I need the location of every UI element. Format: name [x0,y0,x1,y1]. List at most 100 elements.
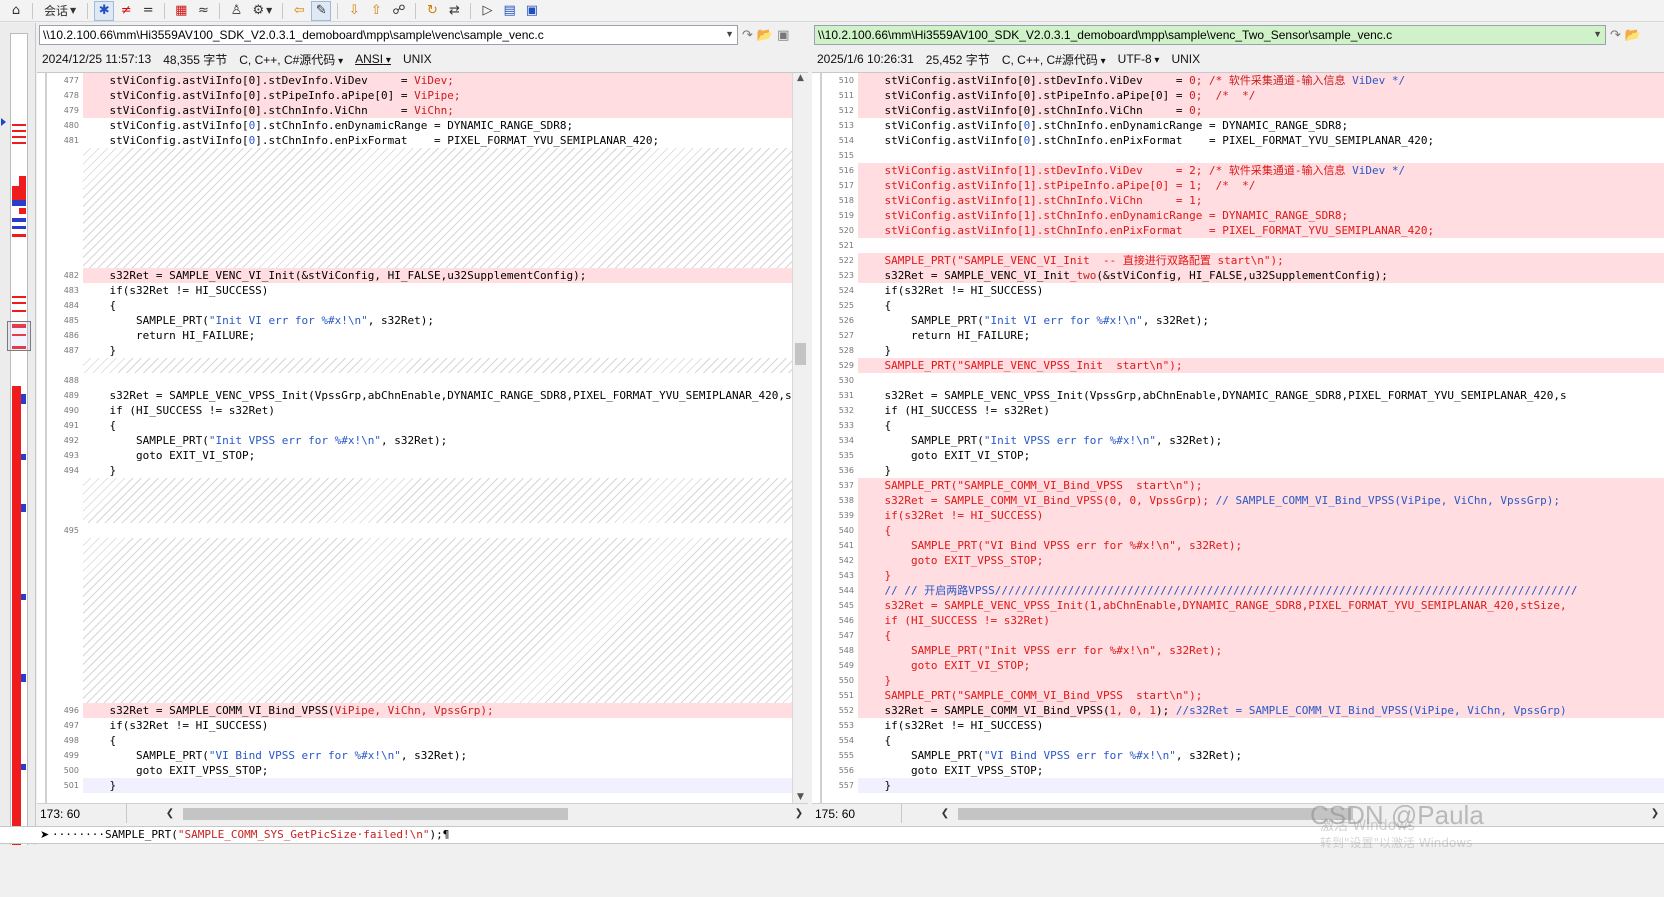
right-code-line[interactable]: 552 s32Ret = SAMPLE_COMM_VI_Bind_VPSS(1,… [812,703,1664,718]
edit-pencil-icon[interactable]: ✎ [311,0,332,21]
history-icon[interactable]: ↷ [1610,28,1621,43]
diff-overview-strip[interactable] [0,23,36,897]
right-code-line[interactable]: 533 { [812,418,1664,433]
right-code-line[interactable]: 549 goto EXIT_VI_STOP; [812,658,1664,673]
right-code-line[interactable]: 532 if (HI_SUCCESS != s32Ret) [812,403,1664,418]
scroll-up-icon[interactable]: ▲ [793,73,808,87]
right-code-line[interactable]: 526 SAMPLE_PRT("Init VI err for %#x!\n",… [812,313,1664,328]
left-file-path-input[interactable]: \\10.2.100.66\mm\Hi3559AV100_SDK_V2.0.3.… [39,25,738,45]
right-code-line[interactable]: 510 stViConfig.astViInfo[0].stDevInfo.Vi… [812,73,1664,88]
left-code-line[interactable]: 480 stViConfig.astViInfo[0].stChnInfo.en… [37,118,808,133]
right-code-line[interactable]: 524 if(s32Ret != HI_SUCCESS) [812,283,1664,298]
left-file-format-dropdown[interactable]: C, C++, C#源代码 [239,51,343,68]
left-code-line[interactable]: 491 { [37,418,808,433]
save-icon[interactable]: ▣ [522,1,542,21]
right-code-line[interactable]: 531 s32Ret = SAMPLE_VENC_VPSS_Init(VpssG… [812,388,1664,403]
left-code-line[interactable]: 478 stViConfig.astViInfo[0].stPipeInfo.a… [37,88,808,103]
left-horizontal-scrollbar[interactable]: ❮ ❯ [166,806,803,822]
scroll-right-icon[interactable]: ❯ [1648,806,1662,822]
left-code-line[interactable]: 477 stViConfig.astViInfo[0].stDevInfo.Vi… [37,73,808,88]
right-code-line[interactable]: 538 s32Ret = SAMPLE_COMM_VI_Bind_VPSS(0,… [812,493,1664,508]
overview-viewport-thumb[interactable] [7,321,31,351]
next-diff-icon[interactable]: ⇩ [344,1,364,21]
right-code-line[interactable]: 556 goto EXIT_VPSS_STOP; [812,763,1664,778]
right-code-line[interactable]: 522 SAMPLE_PRT("SAMPLE_VENC_VI_Init -- 直… [812,253,1664,268]
right-code-line[interactable]: 545 s32Ret = SAMPLE_VENC_VPSS_Init(1,abC… [812,598,1664,613]
left-code-line[interactable]: 488 [37,373,808,388]
scroll-left-icon[interactable]: ❮ [938,806,952,822]
show-differences-icon[interactable]: ≠ [116,1,136,21]
left-code-line[interactable]: 486 return HI_FAILURE; [37,328,808,343]
right-code-line[interactable]: 517 stViConfig.astViInfo[1].stPipeInfo.a… [812,178,1664,193]
open-folder-icon[interactable]: 📂 [1625,28,1641,43]
right-hscroll-thumb[interactable] [958,807,1353,820]
left-code-line[interactable]: 496 s32Ret = SAMPLE_COMM_VI_Bind_VPSS(Vi… [37,703,808,718]
right-code-line[interactable]: 540 { [812,523,1664,538]
left-file-encoding-dropdown[interactable]: ANSI [355,52,391,66]
right-code-line[interactable]: 547 { [812,628,1664,643]
right-code-line[interactable]: 555 SAMPLE_PRT("VI Bind VPSS err for %#x… [812,748,1664,763]
show-all-icon[interactable]: ✱ [94,0,115,21]
left-code-line[interactable]: 482 s32Ret = SAMPLE_VENC_VI_Init(&stViCo… [37,268,808,283]
diff-overview-track[interactable] [7,33,31,868]
right-code-line[interactable]: 543 } [812,568,1664,583]
open-folder-icon[interactable]: 📂 [757,28,773,43]
right-code-line[interactable]: 548 SAMPLE_PRT("Init VPSS err for %#x!\n… [812,643,1664,658]
approximate-icon[interactable]: ≈ [193,1,213,21]
left-code-line[interactable]: 490 if (HI_SUCCESS != s32Ret) [37,403,808,418]
left-code-line[interactable]: 492 SAMPLE_PRT("Init VPSS err for %#x!\n… [37,433,808,448]
left-code-line[interactable]: 483 if(s32Ret != HI_SUCCESS) [37,283,808,298]
save-file-icon[interactable]: ▣ [777,28,789,43]
left-code-line[interactable]: 485 SAMPLE_PRT("Init VI err for %#x!\n",… [37,313,808,328]
right-code-line[interactable]: 520 stViConfig.astViInfo[1].stChnInfo.en… [812,223,1664,238]
left-code-line[interactable]: 479 stViConfig.astViInfo[0].stChnInfo.Vi… [37,103,808,118]
right-file-format-dropdown[interactable]: C, C++, C#源代码 [1002,51,1106,68]
left-code-line[interactable]: 484 { [37,298,808,313]
left-vscroll-thumb[interactable] [795,343,806,365]
show-same-icon[interactable]: = [138,1,158,21]
back-arrow-icon[interactable]: ⇦ [289,1,309,21]
right-code-line[interactable]: 513 stViConfig.astViInfo[0].stChnInfo.en… [812,118,1664,133]
right-code-line[interactable]: 515 [812,148,1664,163]
right-code-line[interactable]: 553 if(s32Ret != HI_SUCCESS) [812,718,1664,733]
right-code-line[interactable]: 514 stViConfig.astViInfo[0].stChnInfo.en… [812,133,1664,148]
right-file-path-input[interactable]: \\10.2.100.66\mm\Hi3559AV100_SDK_V2.0.3.… [814,25,1606,45]
right-horizontal-scrollbar[interactable]: ❮ ❯ [941,806,1659,822]
right-code-line[interactable]: 527 return HI_FAILURE; [812,328,1664,343]
right-code-line[interactable]: 535 goto EXIT_VI_STOP; [812,448,1664,463]
right-code-line[interactable]: 528 } [812,343,1664,358]
right-code-line[interactable]: 541 SAMPLE_PRT("VI Bind VPSS err for %#x… [812,538,1664,553]
left-code-line[interactable]: 497 if(s32Ret != HI_SUCCESS) [37,718,808,733]
right-code-line[interactable]: 521 [812,238,1664,253]
left-code-line[interactable]: 494 } [37,463,808,478]
left-code-line[interactable]: 493 goto EXIT_VI_STOP; [37,448,808,463]
left-code-view[interactable]: 477 stViConfig.astViInfo[0].stDevInfo.Vi… [37,72,808,806]
right-file-encoding-dropdown[interactable]: UTF-8 [1118,52,1160,66]
left-code-line[interactable]: 500 goto EXIT_VPSS_STOP; [37,763,808,778]
session-menu-button[interactable]: 会话 ▼ [39,1,81,21]
left-code-line[interactable]: 499 SAMPLE_PRT("VI Bind VPSS err for %#x… [37,748,808,763]
right-code-line[interactable]: 551 SAMPLE_PRT("SAMPLE_COMM_VI_Bind_VPSS… [812,688,1664,703]
prev-diff-icon[interactable]: ⇧ [366,1,386,21]
right-code-line[interactable]: 554 { [812,733,1664,748]
right-code-line[interactable]: 544 // // 开启两路VPSS//////////////////////… [812,583,1664,598]
right-code-line[interactable]: 537 SAMPLE_PRT("SAMPLE_COMM_VI_Bind_VPSS… [812,478,1664,493]
layout-icon[interactable]: ▤ [499,1,519,21]
scroll-left-icon[interactable]: ❮ [163,806,177,822]
right-code-line[interactable]: 530 [812,373,1664,388]
left-code-line[interactable]: 495 [37,523,808,538]
home-icon[interactable]: ⌂ [6,1,26,21]
left-vertical-scrollbar[interactable]: ▲ ▼ [792,73,808,806]
right-code-line[interactable]: 536 } [812,463,1664,478]
right-code-line[interactable]: 525 { [812,298,1664,313]
right-code-line[interactable]: 529 SAMPLE_PRT("SAMPLE_VENC_VPSS_Init st… [812,358,1664,373]
expand-icon[interactable]: ▷ [477,1,497,21]
chevron-down-icon[interactable]: ▼ [1593,29,1602,39]
right-code-line[interactable]: 546 if (HI_SUCCESS != s32Ret) [812,613,1664,628]
chevron-down-icon[interactable]: ▼ [725,29,734,39]
right-code-line[interactable]: 511 stViConfig.astViInfo[0].stPipeInfo.a… [812,88,1664,103]
left-hscroll-thumb[interactable] [183,807,568,820]
left-code-line[interactable]: 498 { [37,733,808,748]
refresh-icon[interactable]: ↻ [422,1,442,21]
rules-icon[interactable]: ♙ [226,1,246,21]
